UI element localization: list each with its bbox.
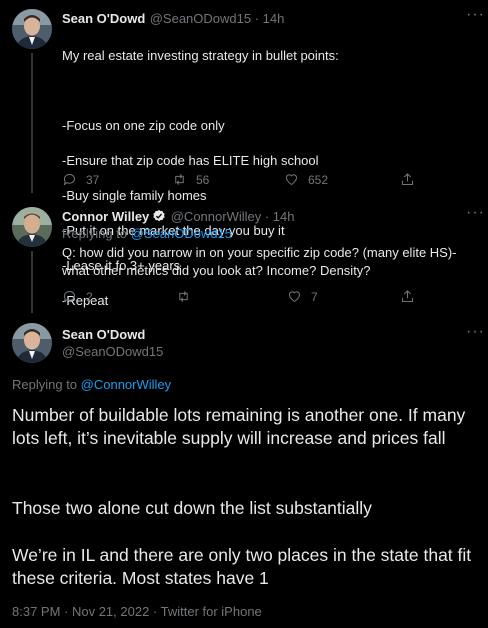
more-icon[interactable]: ··· xyxy=(466,323,485,341)
author-handle[interactable]: @SeanODowd15 xyxy=(62,344,163,359)
retweet-button[interactable] xyxy=(176,289,200,304)
replying-to-label: Replying to xyxy=(12,377,81,392)
tweet-header: Sean O'Dowd @SeanODowd15 · 14h xyxy=(62,10,284,28)
author-handle-time[interactable]: @ConnorWilley · 14h xyxy=(171,209,295,224)
author-name[interactable]: Sean O'Dowd xyxy=(62,327,145,342)
retweet-button[interactable]: 56 xyxy=(172,172,209,187)
like-count: 652 xyxy=(308,172,329,187)
tweet-line xyxy=(62,82,472,100)
reply-icon xyxy=(63,174,75,186)
tweet-text: Q: how did you narrow in on your specifi… xyxy=(62,245,457,278)
share-button[interactable] xyxy=(400,172,415,187)
replying-to-link[interactable]: @ConnorWilley xyxy=(81,377,172,392)
replying-to-link[interactable]: @SeanODowd15 xyxy=(131,226,232,241)
avatar[interactable] xyxy=(12,207,52,247)
tweet-line: My real estate investing strategy in bul… xyxy=(62,47,339,63)
like-button[interactable]: 652 xyxy=(284,172,328,187)
heart-icon xyxy=(288,291,301,303)
heart-icon xyxy=(285,174,298,186)
replying-to: Replying to @SeanODowd15 xyxy=(62,226,232,241)
tweet-line: -Focus on one zip code only xyxy=(62,117,225,133)
reply-icon xyxy=(63,291,75,303)
author-handle-time[interactable]: @SeanODowd15 · 14h xyxy=(150,11,285,26)
thread-line xyxy=(31,53,33,193)
share-icon xyxy=(402,290,413,302)
author-name[interactable]: Sean O'Dowd xyxy=(62,11,145,26)
replying-to-label: Replying to xyxy=(62,226,131,241)
share-icon xyxy=(402,173,413,185)
reply-button[interactable]: 2 xyxy=(62,289,93,304)
more-icon[interactable]: ··· xyxy=(466,204,485,222)
tweet-line: -Buy single family homes xyxy=(62,187,207,203)
avatar-image xyxy=(12,323,52,363)
reply-button[interactable]: 37 xyxy=(62,172,99,187)
tweet-header: Connor Willey @ConnorWilley · 14h xyxy=(62,208,294,228)
tweet-line: -Ensure that zip code has ELITE high sch… xyxy=(62,152,319,168)
tweet-text-paragraph: We’re in IL and there are only two place… xyxy=(12,545,472,588)
more-icon[interactable]: ··· xyxy=(466,6,485,24)
avatar-image xyxy=(12,207,52,247)
author-name[interactable]: Connor Willey xyxy=(62,209,149,224)
reply-count: 2 xyxy=(86,289,93,304)
avatar[interactable] xyxy=(12,323,52,363)
share-button[interactable] xyxy=(400,289,415,304)
replying-to: Replying to @ConnorWilley xyxy=(12,377,171,392)
tweet-timestamp[interactable]: 8:37 PM · Nov 21, 2022 · Twitter for iPh… xyxy=(12,604,262,619)
avatar[interactable] xyxy=(12,9,52,49)
tweet-text-paragraph: Number of buildable lots remaining is an… xyxy=(12,405,466,448)
retweet-count: 56 xyxy=(196,172,210,187)
avatar-image xyxy=(12,9,52,49)
like-button[interactable]: 7 xyxy=(287,289,318,304)
like-count: 7 xyxy=(311,289,318,304)
retweet-icon xyxy=(175,174,184,185)
tweet-text-paragraph: Those two alone cut down the list substa… xyxy=(12,498,372,518)
retweet-icon xyxy=(179,291,188,302)
reply-count: 37 xyxy=(86,172,100,187)
thread-line xyxy=(31,251,33,313)
